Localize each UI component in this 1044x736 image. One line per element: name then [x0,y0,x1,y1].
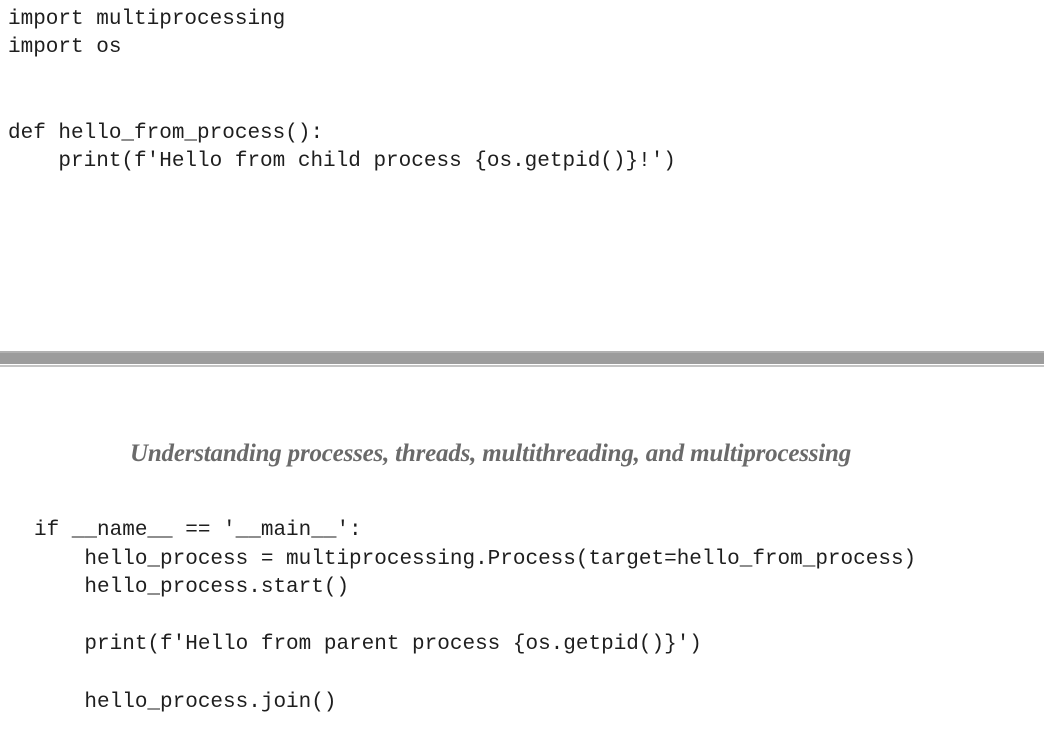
code-line: print(f'Hello from child process {os.get… [8,150,676,173]
divider-bar [0,353,1044,364]
code-line: print(f'Hello from parent process {os.ge… [34,633,702,656]
code-line: if __name__ == '__main__': [34,519,362,542]
divider-line [0,365,1044,367]
code-line: hello_process.start() [34,576,350,599]
code-line: hello_process.join() [34,691,337,714]
code-line: def hello_from_process(): [8,122,324,145]
code-line: import os [8,36,122,59]
code-line: import multiprocessing [8,8,286,31]
page-header-title: Understanding processes, threads, multit… [130,440,852,467]
code-line: hello_process = multiprocessing.Process(… [34,548,917,571]
